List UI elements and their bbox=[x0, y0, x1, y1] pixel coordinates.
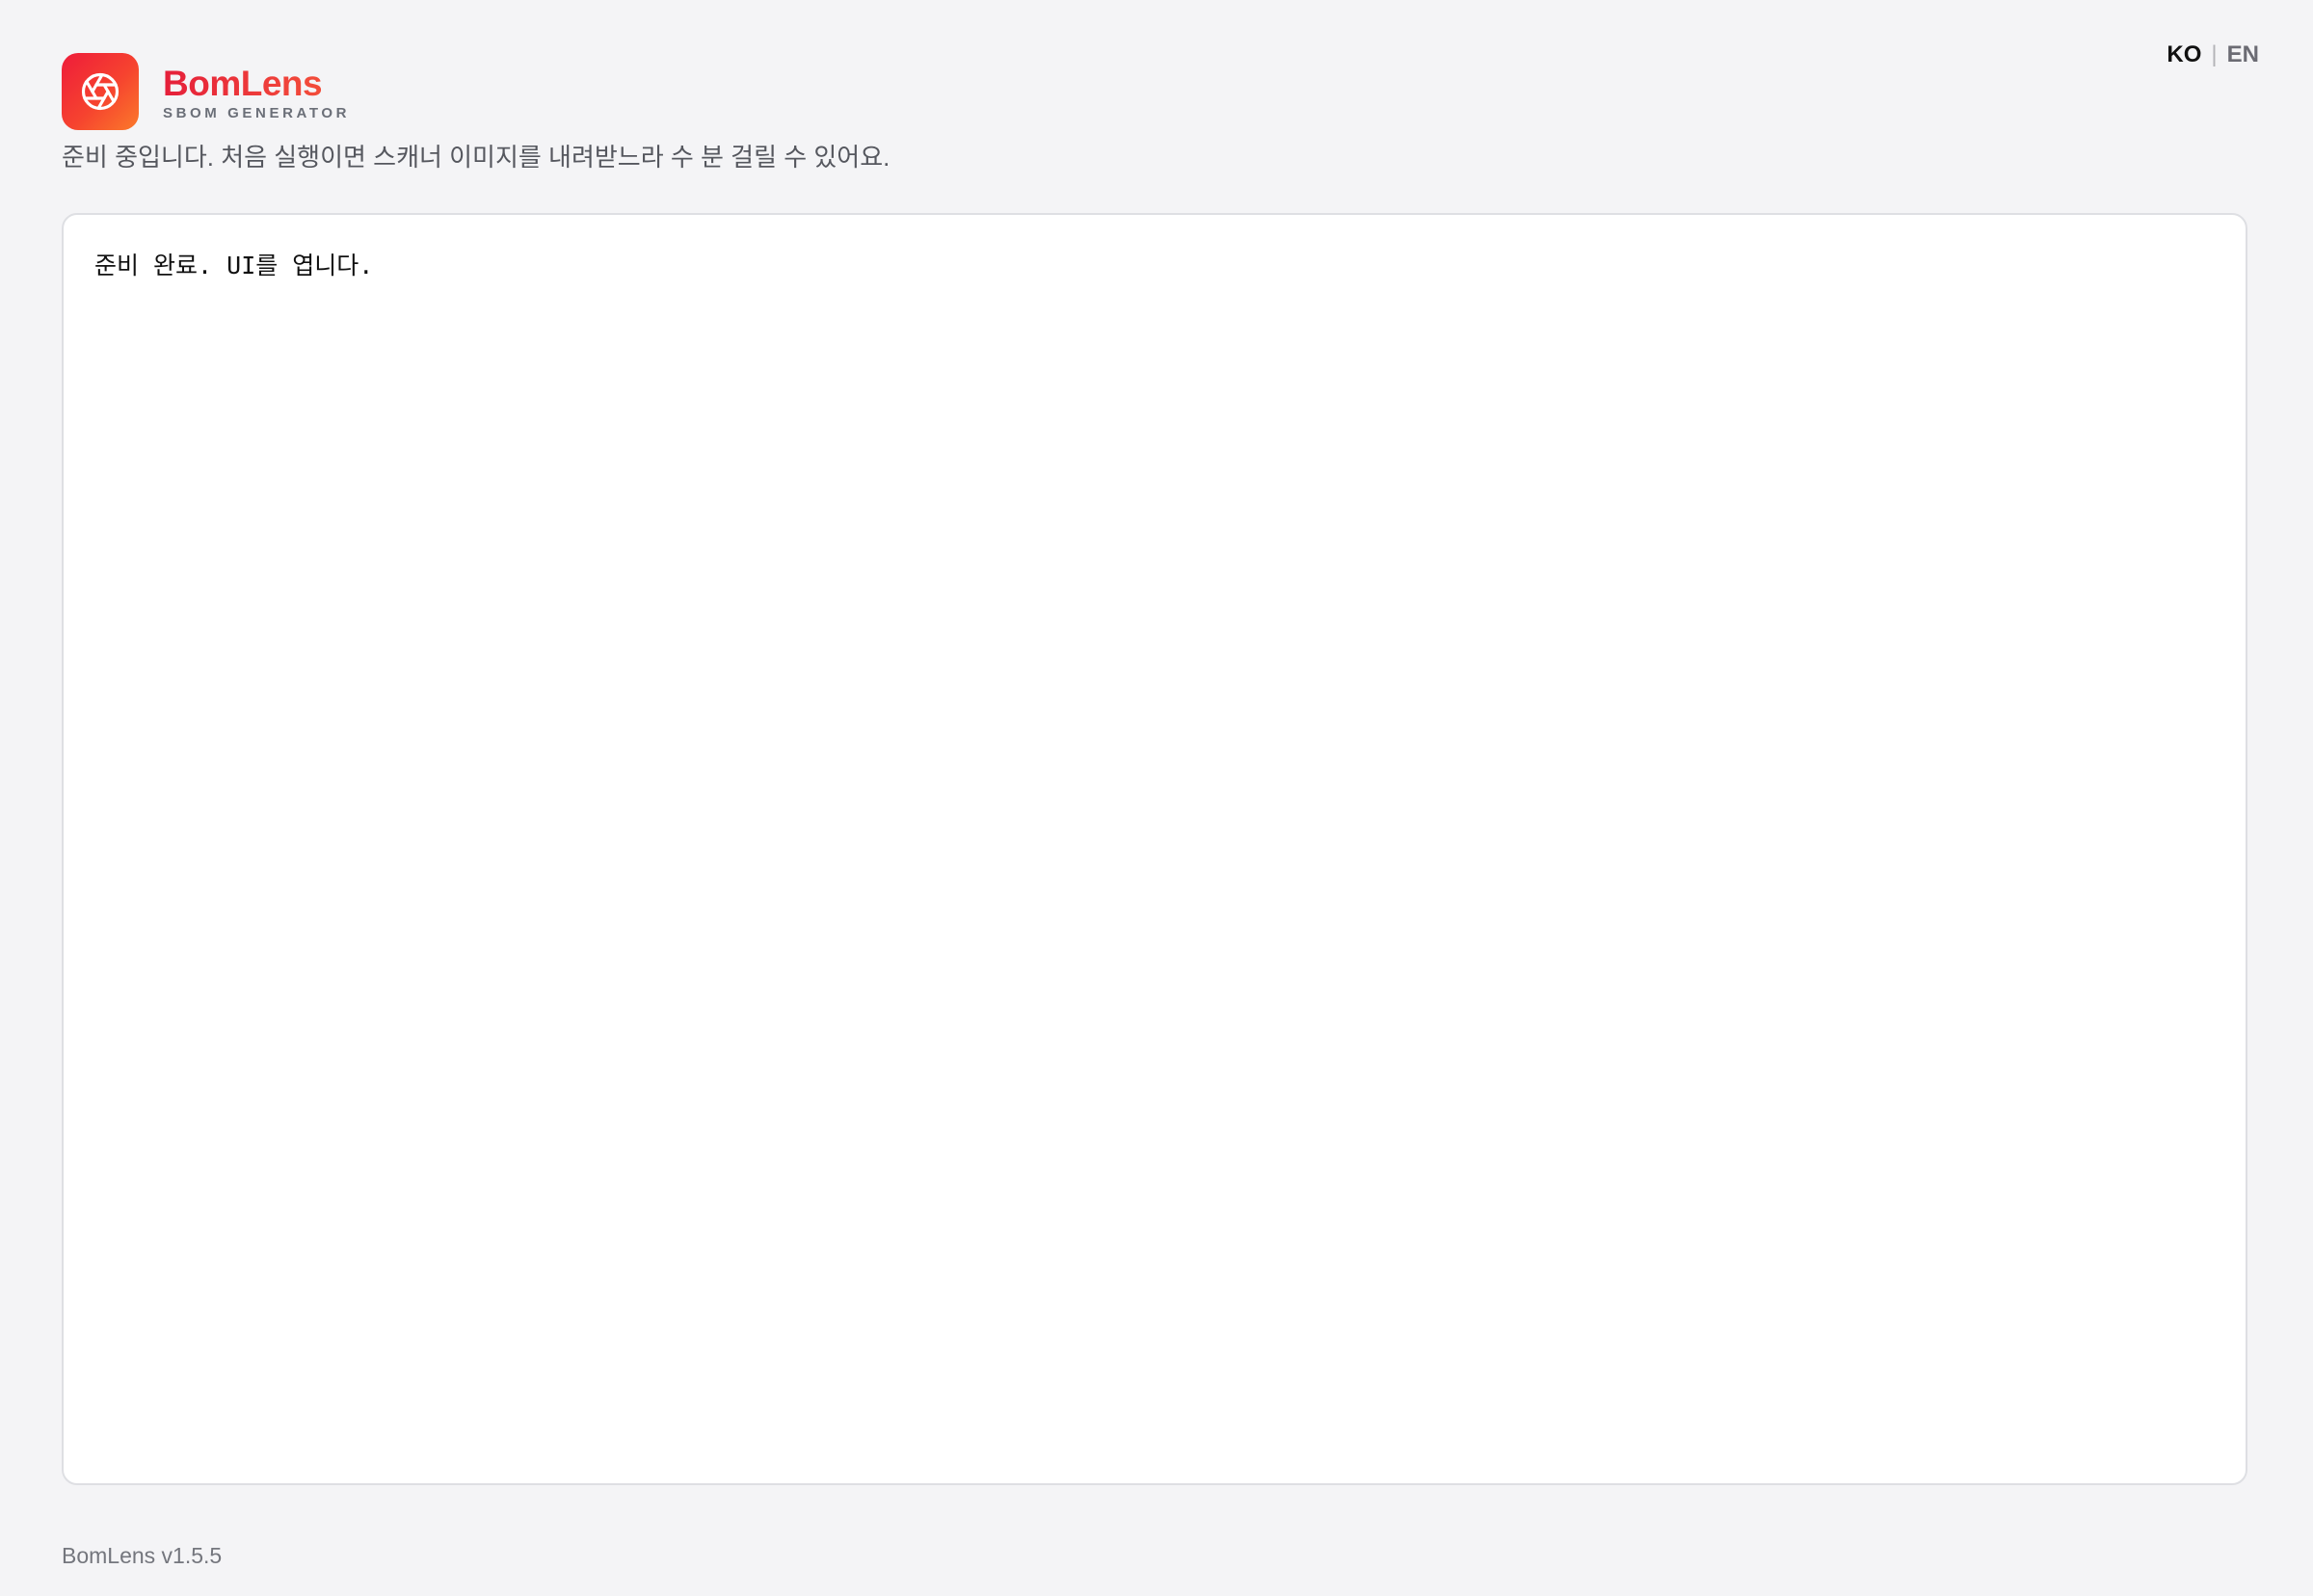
lang-separator: | bbox=[2211, 41, 2218, 67]
lang-ko-button[interactable]: KO bbox=[2167, 41, 2201, 68]
lang-en-button[interactable]: EN bbox=[2227, 41, 2259, 68]
aperture-icon bbox=[62, 53, 139, 130]
brand: BomLens SBOM GENERATOR bbox=[163, 61, 350, 122]
app-header: BomLens SBOM GENERATOR bbox=[62, 53, 350, 130]
brand-name: BomLens bbox=[163, 65, 350, 103]
app-version: BomLens v1.5.5 bbox=[62, 1543, 223, 1568]
brand-subtitle: SBOM GENERATOR bbox=[163, 105, 351, 121]
language-switcher: KO | EN bbox=[2167, 41, 2259, 68]
log-console[interactable]: 준비 완료. UI를 엽니다. bbox=[62, 213, 2247, 1485]
status-message: 준비 중입니다. 처음 실행이면 스캐너 이미지를 내려받느라 수 분 걸릴 수… bbox=[62, 143, 891, 172]
log-line: 준비 완료. UI를 엽니다. bbox=[94, 252, 374, 279]
